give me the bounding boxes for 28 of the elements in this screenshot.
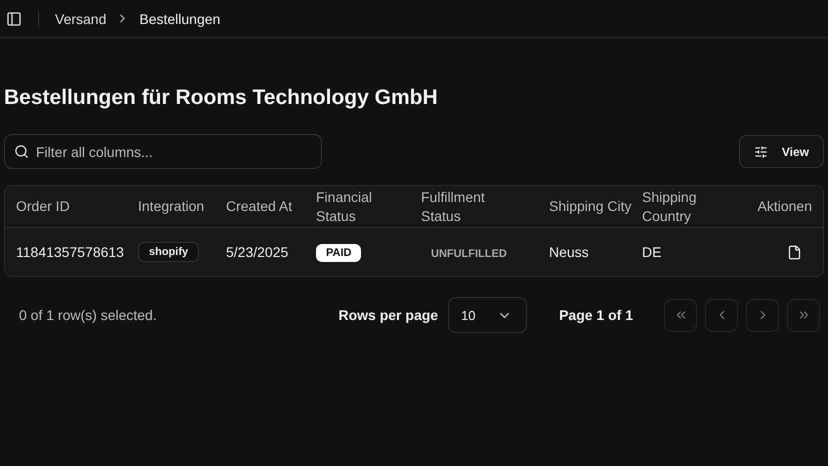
column-header: Aktionen xyxy=(756,197,812,216)
document-icon[interactable] xyxy=(787,244,802,260)
financial-status-badge: PAID xyxy=(316,244,362,262)
column-header: Shipping Country xyxy=(642,188,698,226)
column-header: Financial Status xyxy=(316,188,374,226)
selection-count: 0 of 1 row(s) selected. xyxy=(19,307,158,323)
search-field[interactable]: Filter all columns... xyxy=(4,134,322,169)
page-indicator: Page 1 of 1 xyxy=(559,307,633,323)
page-title: Bestellungen für Rooms Technology GmbH xyxy=(4,86,439,110)
search-icon xyxy=(14,144,29,159)
rows-per-page-label: Rows per page xyxy=(338,307,438,323)
sidebar-toggle-icon[interactable] xyxy=(6,10,22,26)
column-header: Fulfillment Status xyxy=(421,188,486,226)
column-header: Integration xyxy=(138,197,206,216)
fulfillment-status-label: UNFULFILLED xyxy=(430,248,507,260)
column-header: Created At xyxy=(226,197,294,216)
breadcrumb-item[interactable]: Versand xyxy=(55,10,106,26)
table-cell-text: 11841357578613 xyxy=(16,244,125,260)
breadcrumb-item: Bestellungen xyxy=(139,10,220,26)
table-cell-text: DE xyxy=(642,244,662,260)
table-cell-text: Neuss xyxy=(549,244,590,260)
view-button[interactable]: View xyxy=(739,135,824,168)
rows-per-page-select[interactable]: 10 xyxy=(448,297,528,333)
integration-tag: shopify xyxy=(138,242,200,262)
table-cell-text: 5/23/2025 xyxy=(226,244,290,260)
column-header: Order ID xyxy=(16,197,71,216)
sliders-icon xyxy=(754,144,768,158)
column-header: Shipping City xyxy=(549,197,632,216)
